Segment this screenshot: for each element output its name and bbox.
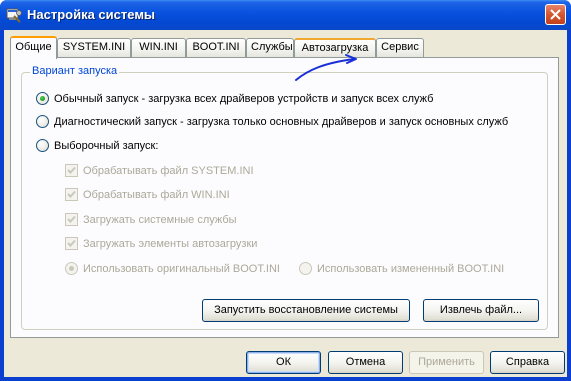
selective-startup-option[interactable]: Выборочный запуск: bbox=[36, 139, 158, 152]
checkmark-icon bbox=[67, 190, 76, 198]
tab-system-ini[interactable]: SYSTEM.INI bbox=[57, 38, 131, 57]
tab-boot-ini[interactable]: BOOT.INI bbox=[186, 38, 246, 57]
tab-win-ini[interactable]: WIN.INI bbox=[131, 38, 186, 57]
normal-startup-option[interactable]: Обычный запуск - загрузка всех драйверов… bbox=[36, 92, 433, 105]
load-system-services-option: Загружать системные службы bbox=[65, 213, 237, 226]
load-startup-items-checkbox bbox=[65, 237, 78, 250]
use-modified-boot-ini-radio bbox=[299, 262, 312, 275]
apply-button: Применить bbox=[409, 351, 484, 374]
process-win-ini-label: Обрабатывать файл WIN.INI bbox=[83, 188, 230, 201]
load-startup-items-option: Загружать элементы автозагрузки bbox=[65, 237, 257, 250]
group-legend: Вариант запуска bbox=[30, 65, 120, 77]
use-original-boot-ini-radio bbox=[65, 262, 78, 275]
selective-startup-label: Выборочный запуск: bbox=[54, 139, 159, 152]
extract-file-button[interactable]: Извлечь файл... bbox=[423, 299, 539, 322]
ok-button[interactable]: ОК bbox=[246, 351, 321, 374]
general-tab-page: Вариант запуска Обычный запуск - загрузк… bbox=[10, 57, 559, 338]
diagnostic-startup-label: Диагностический запуск - загрузка только… bbox=[54, 115, 509, 128]
use-modified-boot-ini-option: Использовать измененный BOOT.INI bbox=[299, 262, 504, 275]
normal-startup-radio[interactable] bbox=[36, 92, 49, 105]
system-config-icon bbox=[6, 8, 22, 23]
diagnostic-startup-option[interactable]: Диагностический запуск - загрузка только… bbox=[36, 115, 508, 128]
checkmark-icon bbox=[67, 239, 76, 247]
startup-selection-group: Вариант запуска Обычный запуск - загрузк… bbox=[21, 65, 548, 330]
launch-system-restore-button[interactable]: Запустить восстановление системы bbox=[202, 299, 410, 322]
checkmark-icon bbox=[67, 215, 76, 223]
use-modified-boot-ini-label: Использовать измененный BOOT.INI bbox=[317, 262, 505, 275]
close-icon bbox=[550, 9, 561, 20]
load-system-services-label: Загружать системные службы bbox=[83, 213, 237, 226]
dialog-client-area: Общие SYSTEM.INI WIN.INI BOOT.INI Службы… bbox=[4, 30, 567, 377]
use-original-boot-ini-label: Использовать оригинальный BOOT.INI bbox=[83, 262, 280, 275]
diagnostic-startup-radio[interactable] bbox=[36, 115, 49, 128]
cancel-button[interactable]: Отмена bbox=[328, 351, 403, 374]
checkmark-icon bbox=[67, 166, 76, 174]
selective-startup-radio[interactable] bbox=[36, 139, 49, 152]
load-system-services-checkbox bbox=[65, 213, 78, 226]
use-original-boot-ini-option: Использовать оригинальный BOOT.INI bbox=[65, 262, 280, 275]
normal-startup-label: Обычный запуск - загрузка всех драйверов… bbox=[54, 92, 434, 105]
process-win-ini-option: Обрабатывать файл WIN.INI bbox=[65, 188, 230, 201]
title-bar[interactable]: Настройка системы bbox=[0, 0, 571, 30]
process-win-ini-checkbox bbox=[65, 188, 78, 201]
window-title: Настройка системы bbox=[27, 7, 156, 22]
tab-general[interactable]: Общие bbox=[10, 36, 57, 59]
handdrawn-arrow-annotation bbox=[295, 54, 357, 81]
process-system-ini-option: Обрабатывать файл SYSTEM.INI bbox=[65, 164, 254, 177]
tab-services[interactable]: Службы bbox=[246, 38, 294, 57]
process-system-ini-checkbox bbox=[65, 164, 78, 177]
system-configuration-window: Настройка системы Общие SYSTEM.INI WIN.I… bbox=[0, 0, 571, 381]
tab-tools[interactable]: Сервис bbox=[376, 38, 424, 57]
process-system-ini-label: Обрабатывать файл SYSTEM.INI bbox=[83, 164, 254, 177]
close-button[interactable] bbox=[545, 4, 566, 25]
load-startup-items-label: Загружать элементы автозагрузки bbox=[83, 237, 258, 250]
help-button[interactable]: Справка bbox=[490, 351, 565, 374]
